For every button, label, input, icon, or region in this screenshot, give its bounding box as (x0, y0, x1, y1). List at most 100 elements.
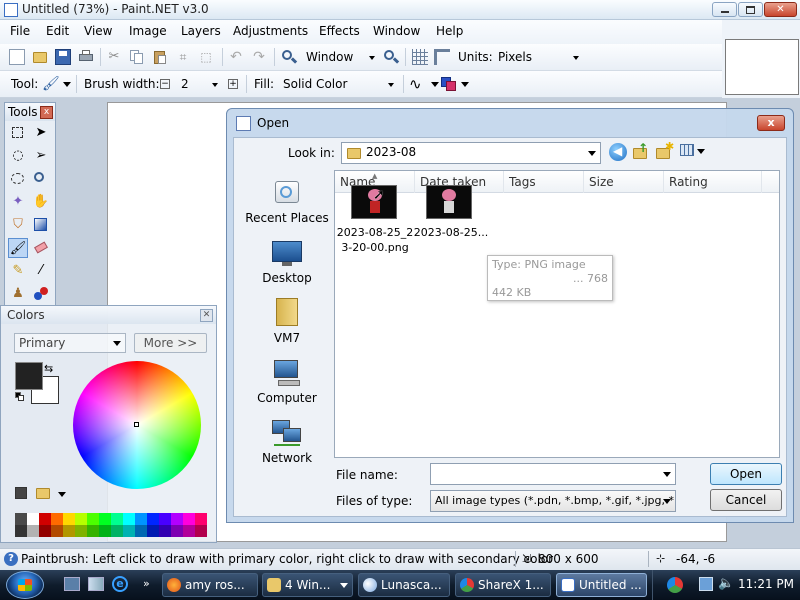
palette-swatch[interactable] (27, 513, 39, 525)
taskbar-button-lunascape[interactable]: Lunasca... (358, 573, 450, 597)
decrease-width-button[interactable]: − (160, 79, 170, 89)
menu-help[interactable]: Help (436, 24, 463, 38)
redo-icon[interactable]: ↷ (251, 49, 267, 65)
taskbar-button-firefox[interactable]: amy ros... (162, 573, 258, 597)
magic-wand-icon[interactable]: ✦ (8, 192, 28, 212)
menu-file[interactable]: File (10, 24, 30, 38)
move-selected-icon[interactable]: ➢ (31, 146, 51, 166)
palette-swatch[interactable] (123, 513, 135, 525)
new-file-icon[interactable] (9, 49, 25, 65)
add-color-icon[interactable] (15, 487, 27, 499)
palette-swatch[interactable] (15, 525, 27, 537)
menu-effects[interactable]: Effects (319, 24, 360, 38)
tray-sharex-icon[interactable] (667, 577, 683, 593)
place-desktop[interactable]: Desktop (242, 238, 332, 285)
file-list[interactable]: Name ▲ Date taken Tags Size Rating 2023-… (334, 170, 780, 458)
title-bar[interactable]: Untitled (73%) - Paint.NET v3.0 ✕ (0, 0, 800, 20)
palette-swatch[interactable] (51, 525, 63, 537)
up-folder-icon[interactable]: ↑ (632, 141, 650, 161)
recolor-icon[interactable] (31, 284, 51, 304)
paintbrush-icon[interactable]: 🖌 (8, 238, 28, 258)
move-selection-icon[interactable]: ➤ (31, 123, 51, 143)
chevron-down-icon[interactable] (431, 82, 439, 87)
maximize-button[interactable] (738, 2, 763, 17)
clock[interactable]: 11:21 PM (738, 577, 794, 591)
undo-icon[interactable]: ↶ (228, 49, 244, 65)
gradient-icon[interactable] (31, 215, 51, 235)
antialiasing-icon[interactable]: ∿ (409, 76, 425, 92)
palette-swatch[interactable] (99, 513, 111, 525)
primary-color-swatch[interactable] (15, 362, 43, 390)
menu-image[interactable]: Image (129, 24, 167, 38)
zoom-combo[interactable]: Window (301, 48, 379, 67)
zoom-tool-icon[interactable] (31, 169, 51, 189)
menu-window[interactable]: Window (373, 24, 420, 38)
look-in-combo[interactable]: 2023-08 (341, 142, 601, 164)
taskbar-button-sharex[interactable]: ShareX 1... (455, 573, 551, 597)
paint-bucket-icon[interactable]: ⛉ (8, 215, 28, 235)
clone-stamp-icon[interactable]: ♟ (8, 284, 28, 304)
place-recent-places[interactable]: Recent Places (242, 178, 332, 225)
units-combo[interactable]: Pixels (493, 48, 583, 67)
chevron-down-icon[interactable] (461, 82, 469, 87)
close-colors-panel-button[interactable]: ✕ (200, 309, 213, 322)
palette-swatch[interactable] (15, 513, 27, 525)
palette-swatch[interactable] (75, 513, 87, 525)
palette-swatch[interactable] (87, 525, 99, 537)
palette-swatch[interactable] (111, 513, 123, 525)
show-desktop-icon[interactable] (64, 577, 80, 591)
file-thumbnail[interactable] (426, 185, 472, 219)
network-status-icon[interactable] (699, 577, 713, 591)
close-tools-panel-button[interactable]: x (40, 106, 53, 119)
palette-swatch[interactable] (159, 513, 171, 525)
place-network[interactable]: Network (242, 418, 332, 465)
paste-icon[interactable] (152, 49, 168, 65)
place-vm7[interactable]: VM7 (242, 298, 332, 345)
minimize-button[interactable] (712, 2, 737, 17)
zoom-out-icon[interactable] (281, 49, 298, 65)
palette-swatch[interactable] (171, 525, 183, 537)
menu-adjustments[interactable]: Adjustments (233, 24, 308, 38)
close-window-button[interactable]: ✕ (764, 2, 797, 17)
cancel-button[interactable]: Cancel (710, 489, 782, 511)
pencil-icon[interactable]: ✎ (8, 261, 28, 281)
file-name[interactable]: 2023-08-25... (411, 225, 491, 240)
blend-mode-icon[interactable] (441, 76, 457, 92)
dialog-close-button[interactable]: x (757, 115, 785, 131)
eraser-icon[interactable] (31, 238, 51, 258)
palette-swatch[interactable] (159, 525, 171, 537)
palette-swatch[interactable] (99, 525, 111, 537)
palette-swatch[interactable] (63, 513, 75, 525)
palette-swatch[interactable] (171, 513, 183, 525)
color-picker-icon[interactable]: ⁄ (31, 261, 51, 281)
rectangle-select-icon[interactable] (8, 123, 28, 143)
file-name-input[interactable] (430, 463, 676, 485)
canvas-thumbnail[interactable] (722, 20, 800, 98)
crop-icon[interactable]: ⌗ (175, 49, 191, 65)
zoom-in-icon[interactable] (383, 49, 400, 65)
chevron-down-icon[interactable] (58, 492, 66, 497)
more-colors-button[interactable]: More >> (134, 333, 207, 353)
palette-swatch[interactable] (195, 513, 207, 525)
ruler-icon[interactable] (434, 49, 450, 65)
palette-swatch[interactable] (27, 525, 39, 537)
internet-explorer-icon[interactable]: e (112, 576, 128, 592)
column-tags[interactable]: Tags (504, 171, 584, 193)
lasso-select-icon[interactable]: ◌ (8, 146, 28, 166)
paintbrush-tool-icon[interactable]: 🖌 (42, 76, 60, 92)
palette-swatch[interactable] (39, 525, 51, 537)
tools-panel-header[interactable]: Tools x (5, 103, 55, 121)
start-button[interactable] (6, 571, 44, 599)
palette-swatch[interactable] (135, 525, 147, 537)
ellipse-select-icon[interactable] (8, 169, 28, 189)
volume-icon[interactable]: 🔈 (718, 577, 734, 591)
colors-panel-header[interactable]: Colors ✕ (1, 306, 216, 324)
cut-icon[interactable]: ✂ (106, 49, 122, 65)
color-mode-select[interactable]: Primary (14, 333, 126, 353)
column-rating[interactable]: Rating (664, 171, 762, 193)
palette-swatch[interactable] (183, 525, 195, 537)
palette-swatch[interactable] (147, 513, 159, 525)
back-icon[interactable]: ◀ (609, 143, 627, 161)
place-computer[interactable]: Computer (242, 358, 332, 405)
chevron-down-icon[interactable] (697, 149, 705, 154)
